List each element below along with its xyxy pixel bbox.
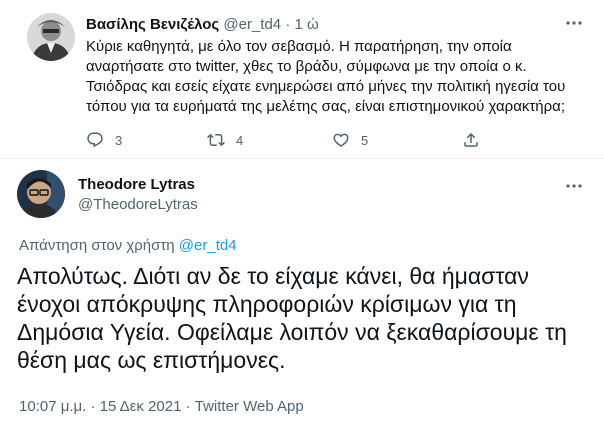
tweet-time[interactable]: 1 ώ — [295, 16, 319, 33]
heart-icon — [333, 133, 349, 147]
author-handle[interactable]: @er_td4 — [223, 16, 281, 33]
author-name[interactable]: Theodore Lytras — [78, 175, 195, 195]
tweet-text: Απολύτως. Διότι αν δε το είχαμε κάνει, θ… — [17, 263, 567, 373]
tweet-actions: 3 4 5 — [86, 130, 502, 150]
like-button[interactable]: 5 — [332, 131, 462, 149]
author-name[interactable]: Βασίλης Βενιζέλος — [86, 16, 219, 33]
reply-button[interactable]: 3 — [86, 131, 207, 149]
author-handle[interactable]: @TheodoreLytras — [78, 195, 198, 215]
tweet-timestamp[interactable]: 10:07 μ.μ. · 15 Δεκ 2021 · Twitter Web A… — [19, 397, 304, 417]
tweet-text: Κύριε καθηγητά, με όλο τον σεβασμό. Η πα… — [86, 38, 566, 115]
replying-to-handle[interactable]: @er_td4 — [179, 237, 237, 254]
avatar[interactable] — [27, 13, 75, 61]
replying-to-label: Απάντηση στον χρήστη — [19, 237, 175, 254]
retweet-icon — [207, 133, 225, 147]
share-icon — [464, 132, 478, 147]
reply-count: 3 — [115, 132, 123, 148]
more-icon[interactable] — [564, 176, 584, 196]
retweet-button[interactable]: 4 — [207, 131, 332, 149]
replying-to: Απάντηση στον χρήστη @er_td4 — [19, 236, 237, 256]
like-count: 5 — [361, 132, 369, 148]
retweet-count: 4 — [236, 132, 244, 148]
reply-icon — [87, 132, 103, 148]
parent-tweet-header: Βασίλης Βενιζέλος @er_td4 · 1 ώ — [86, 15, 319, 35]
share-button[interactable] — [462, 131, 502, 149]
avatar[interactable] — [17, 170, 65, 218]
more-icon[interactable] — [564, 13, 584, 33]
separator: · — [285, 16, 291, 33]
parent-tweet[interactable]: Βασίλης Βενιζέλος @er_td4 · 1 ώ Κύριε κα… — [0, 0, 604, 159]
